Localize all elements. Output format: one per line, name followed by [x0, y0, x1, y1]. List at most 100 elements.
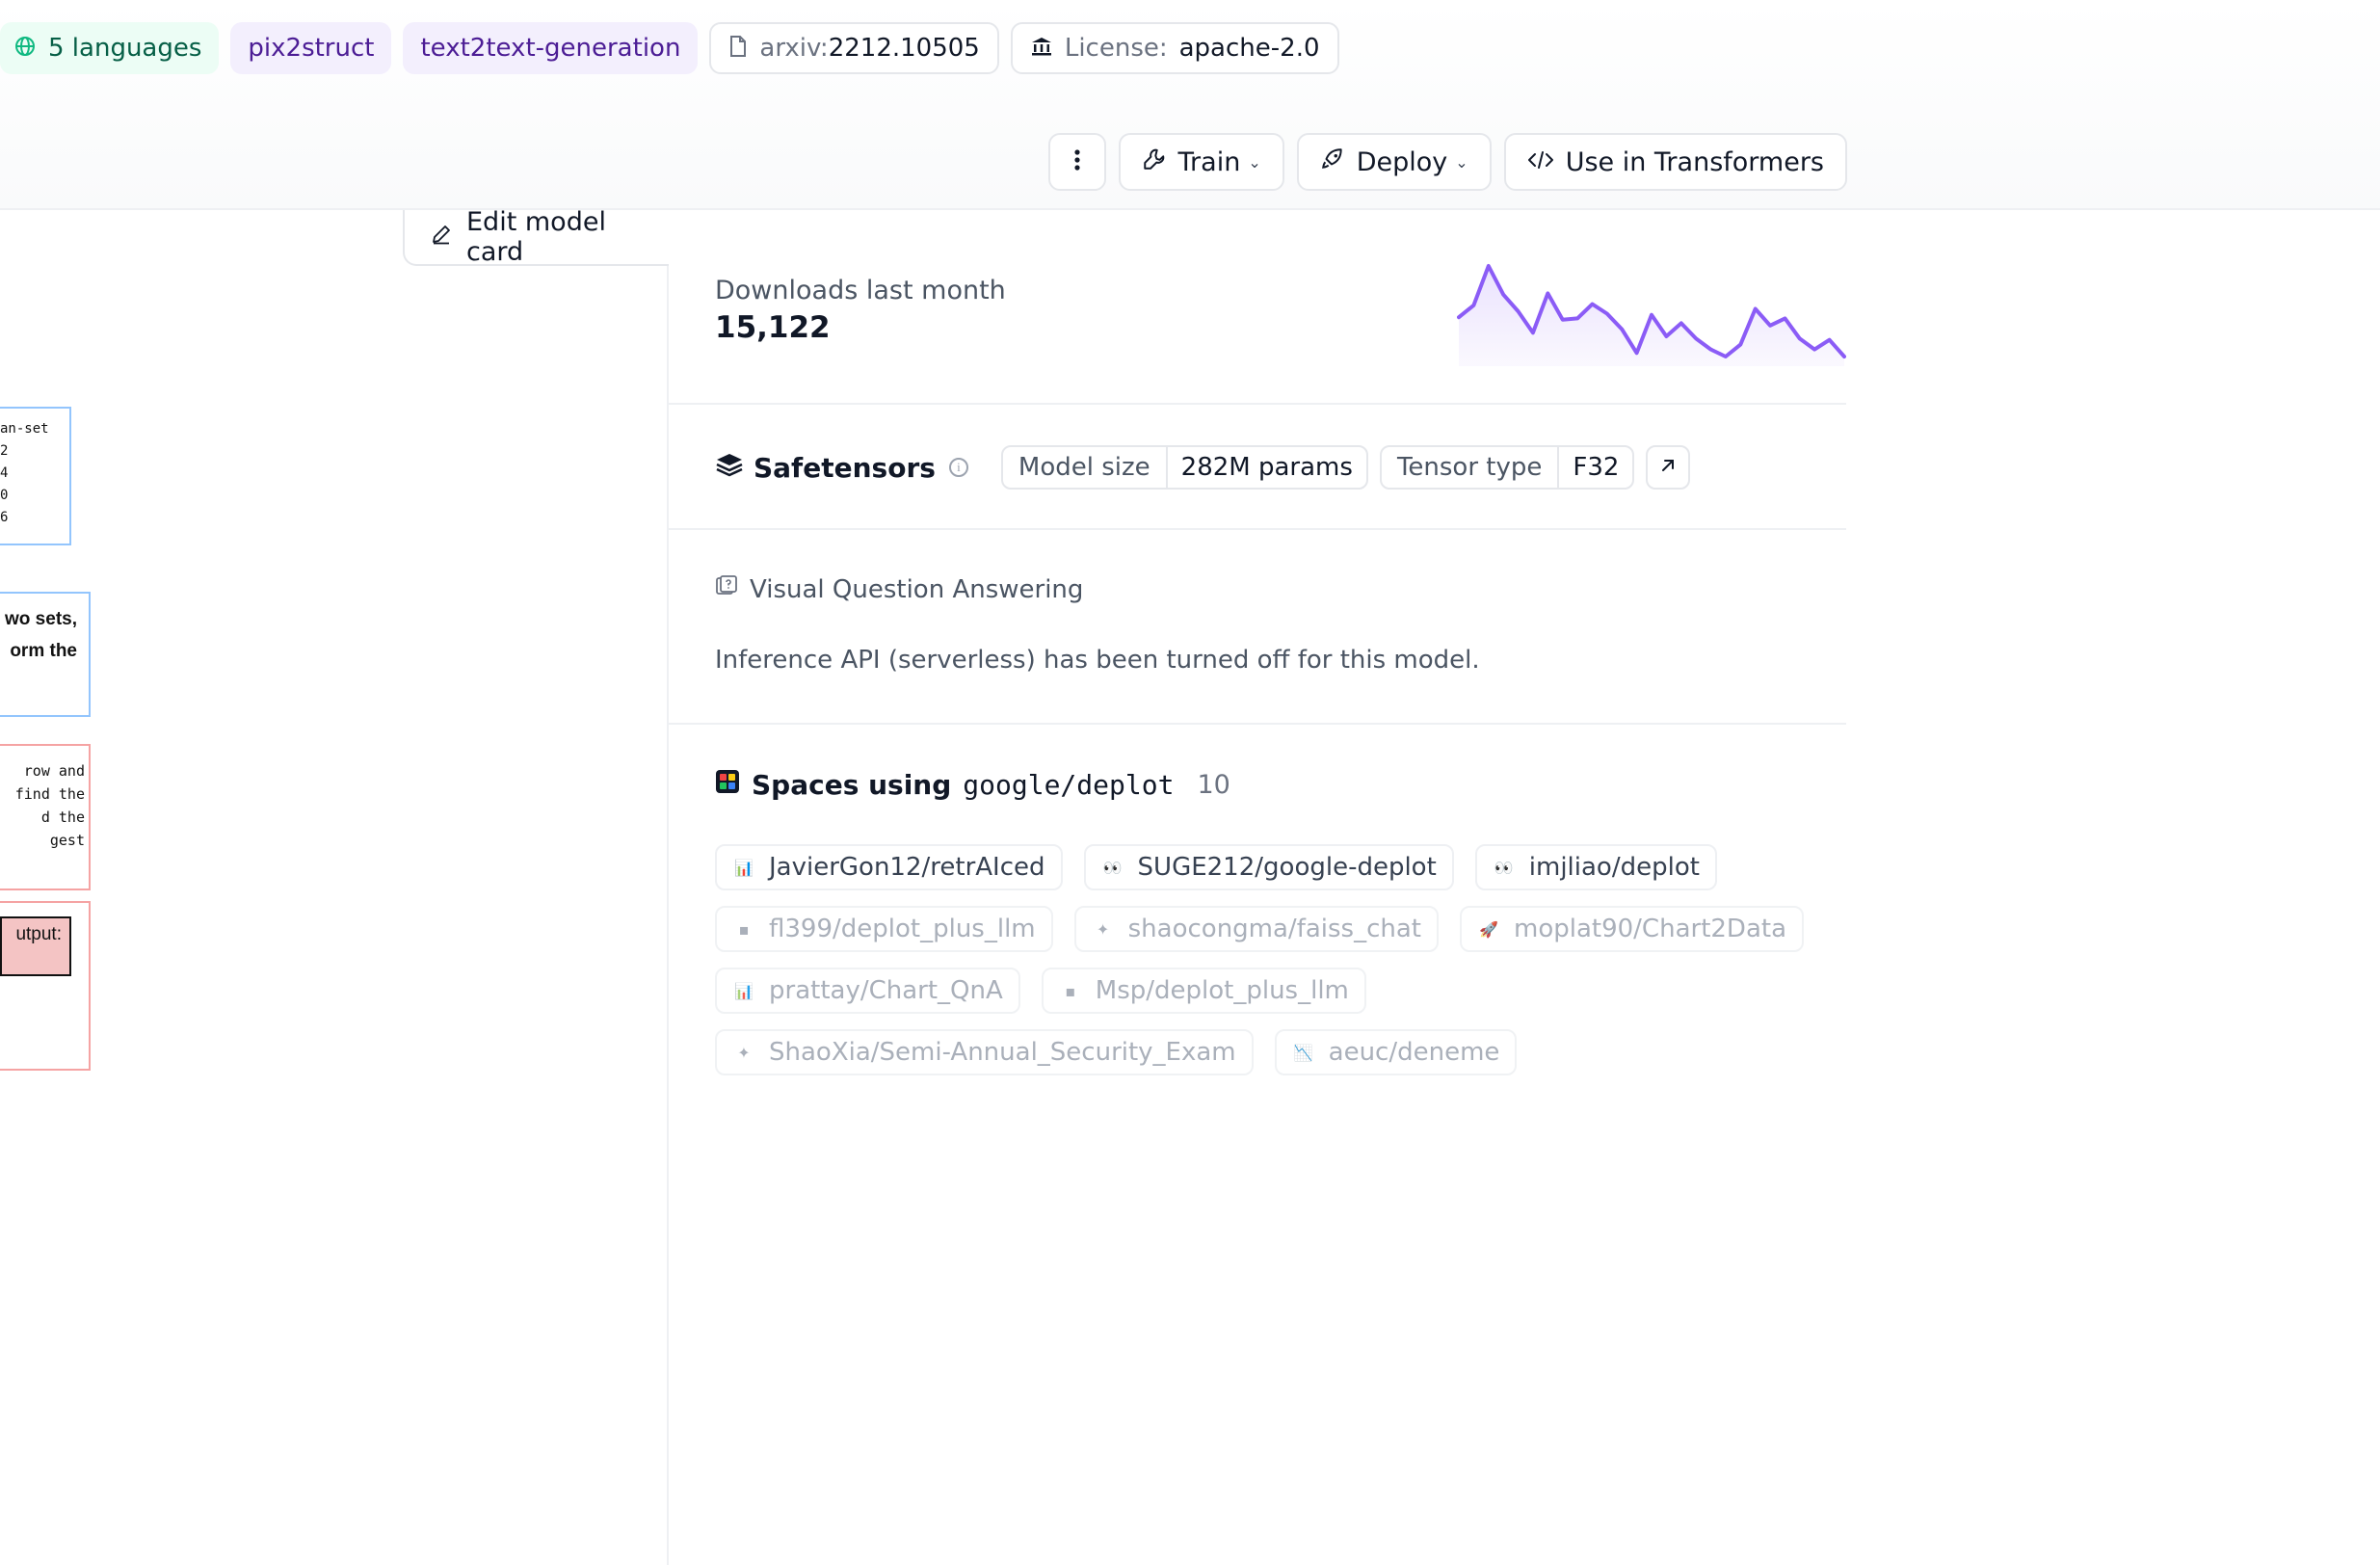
chevron-down-icon: ⌄ — [1455, 152, 1468, 172]
tag-library-label: pix2struct — [248, 34, 375, 63]
spaces-row: 📊 JavierGon12/retrAIced 👀 SUGE212/google-de… — [715, 844, 1833, 890]
spaces-title-label: Spaces using — [752, 769, 952, 801]
bar-chart-icon: 📊 — [734, 981, 754, 1000]
layers-icon — [715, 452, 744, 484]
space-name: JavierGon12/retrAIced — [769, 853, 1045, 882]
tag-library[interactable]: pix2struct — [230, 22, 392, 74]
space-link[interactable]: ✦ shaocongma/faiss_chat — [1073, 906, 1439, 952]
document-icon — [728, 35, 748, 63]
arxiv-prefix: arxiv: — [759, 34, 829, 63]
train-button[interactable]: Train ⌄ — [1118, 133, 1284, 191]
deploy-label: Deploy — [1356, 146, 1448, 177]
space-link[interactable]: 👀 SUGE212/google-deplot — [1083, 844, 1454, 890]
open-file-button[interactable] — [1646, 445, 1691, 490]
arrow-up-right-icon — [1659, 457, 1677, 478]
figure-text: 0 — [0, 488, 9, 503]
spaces-row: ✦ ShaoXia/Semi-Annual_Security_Exam 📉 aeuc/… — [715, 1029, 1833, 1075]
tag-languages[interactable]: 5 languages — [0, 22, 220, 74]
figure-text: 6 — [0, 510, 9, 525]
space-name: moplat90/Chart2Data — [1514, 915, 1787, 943]
chevron-down-icon: ⌄ — [1248, 152, 1261, 172]
globe-icon — [13, 35, 37, 63]
spaces-title: Spaces using google/deplot 10 — [715, 769, 1230, 801]
model-actions: Train ⌄ Deploy ⌄ Use in Transformers — [1047, 133, 1847, 191]
model-size-badge: Model size 282M params — [1000, 445, 1368, 490]
tensor-type-badge: Tensor type F32 — [1379, 445, 1635, 490]
use-in-transformers-label: Use in Transformers — [1565, 146, 1824, 177]
spaces-row: 📊 prattay/Chart_QnA ▪ Msp/deplot_plus_llm — [715, 968, 1833, 1014]
space-name: imjliao/deplot — [1528, 853, 1700, 882]
use-in-transformers-button[interactable]: Use in Transformers — [1503, 133, 1847, 191]
figure-text: wo sets, — [5, 609, 77, 629]
figure-box-table: an-set 2 4 0 6 — [0, 407, 71, 545]
tag-arxiv[interactable]: arxiv:2212.10505 — [709, 22, 999, 74]
wrench-icon — [1142, 146, 1167, 178]
safetensors-section: Safetensors i Model size 282M params Ten… — [669, 405, 1846, 530]
safetensors-title[interactable]: Safetensors — [715, 452, 936, 484]
rocket-icon — [1320, 146, 1345, 178]
model-header: 5 languages pix2struct text2text-generat… — [0, 0, 2380, 210]
gray-box-icon: ▪ — [738, 919, 750, 939]
gray-box-icon: ▪ — [1065, 981, 1076, 1000]
license-label: License: — [1064, 34, 1168, 63]
space-name: shaocongma/faiss_chat — [1127, 915, 1421, 943]
space-name: aeuc/deneme — [1328, 1038, 1500, 1067]
edit-model-card-button[interactable]: Edit model card — [403, 207, 669, 267]
figure-text: 4 — [0, 465, 9, 481]
space-link[interactable]: 📊 prattay/Chart_QnA — [715, 968, 1020, 1014]
space-link[interactable]: ▪ fl399/deplot_plus_llm — [715, 906, 1053, 952]
edit-model-card-label: Edit model card — [466, 207, 606, 267]
rocket-icon: 🚀 — [1479, 919, 1498, 939]
inference-status: Inference API (serverless) has been turn… — [715, 646, 1480, 675]
space-link[interactable]: 👀 imjliao/deplot — [1474, 844, 1717, 890]
model-size-label: Model size — [1003, 447, 1168, 488]
downloads-label: Downloads last month — [715, 276, 1006, 305]
more-options-button[interactable] — [1047, 133, 1106, 191]
downloads-section: Downloads last month 15,122 — [669, 210, 1846, 405]
spaces-section: Spaces using google/deplot 10 📊 JavierGon… — [669, 725, 1846, 1129]
tag-license[interactable]: License: apache-2.0 — [1010, 22, 1339, 74]
deploy-button[interactable]: Deploy ⌄ — [1296, 133, 1492, 191]
figure-text: d the — [40, 809, 85, 826]
inference-task-label: Visual Question Answering — [750, 574, 1084, 604]
vqa-icon — [715, 574, 738, 604]
tensor-type-value: F32 — [1573, 453, 1620, 482]
space-name: prattay/Chart_QnA — [769, 976, 1003, 1005]
figure-text: an-set — [0, 421, 49, 437]
spaces-model-id: google/deplot — [963, 769, 1175, 801]
eyes-icon: 👀 — [1102, 858, 1123, 877]
spaces-row: ▪ fl399/deplot_plus_llm ✦ shaocongma/faiss_… — [715, 906, 1833, 952]
space-link[interactable]: 🚀 moplat90/Chart2Data — [1460, 906, 1805, 952]
figure-output-label: utput: — [0, 916, 71, 976]
inference-section: Visual Question Answering Inference API … — [669, 530, 1846, 725]
figure-box-reasoning: row and find the d the gest — [0, 744, 91, 890]
bar-chart-icon: 📊 — [734, 858, 754, 877]
space-link[interactable]: 📉 aeuc/deneme — [1274, 1029, 1518, 1075]
chart-down-icon: 📉 — [1293, 1043, 1313, 1062]
space-name: ShaoXia/Semi-Annual_Security_Exam — [769, 1038, 1236, 1067]
model-sidebar: Downloads last month 15,122 Safetensors … — [669, 210, 1846, 1129]
figure-box-prompt: wo sets, orm the — [0, 592, 91, 717]
space-link[interactable]: ✦ ShaoXia/Semi-Annual_Security_Exam — [715, 1029, 1254, 1075]
pencil-icon — [430, 223, 453, 252]
figure-text: row and — [23, 762, 85, 780]
downloads-value: 15,122 — [715, 310, 831, 345]
figure-text: gest — [49, 832, 85, 849]
info-icon[interactable]: i — [948, 458, 968, 477]
downloads-sparkline — [1457, 264, 1846, 366]
tensor-type-label: Tensor type — [1382, 447, 1560, 488]
space-name: SUGE212/google-deplot — [1137, 853, 1437, 882]
inference-task[interactable]: Visual Question Answering — [715, 574, 1083, 604]
tag-languages-label: 5 languages — [48, 34, 202, 63]
tag-task[interactable]: text2text-generation — [403, 22, 699, 74]
model-size-value: 282M params — [1180, 453, 1353, 482]
space-name: fl399/deplot_plus_llm — [769, 915, 1036, 943]
sparkle-icon: ✦ — [1096, 919, 1110, 939]
model-tags: 5 languages pix2struct text2text-generat… — [0, 21, 1339, 75]
figure-text: find the — [14, 785, 85, 803]
tag-task-label: text2text-generation — [420, 34, 681, 63]
space-link[interactable]: ▪ Msp/deplot_plus_llm — [1041, 968, 1366, 1014]
space-link[interactable]: 📊 JavierGon12/retrAIced — [715, 844, 1063, 890]
figure-box-output: utput: — [0, 901, 91, 1071]
figure-text: 2 — [0, 443, 9, 459]
